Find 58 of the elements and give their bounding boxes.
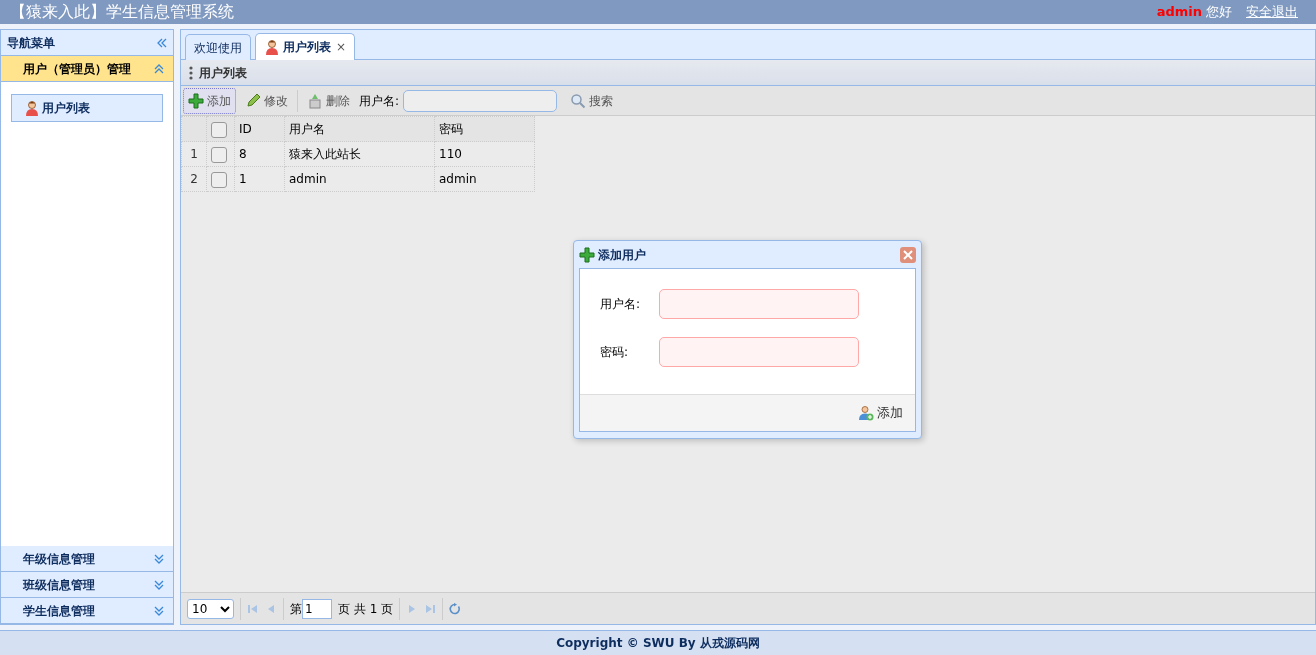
table-cell: 110 xyxy=(434,141,535,167)
search-field[interactable] xyxy=(403,89,558,112)
row-number: 2 xyxy=(181,166,207,192)
greeting-text: 您好 xyxy=(1206,3,1232,22)
footer-text: Copyright © SWU By 从戎源码网 xyxy=(0,630,1316,655)
first-page-icon[interactable] xyxy=(247,602,259,615)
delete-button[interactable]: 删除 xyxy=(302,87,355,114)
table-cell: admin xyxy=(434,166,535,192)
input-field[interactable] xyxy=(659,337,859,367)
search-label: 用户名: xyxy=(359,92,400,110)
field-label: 用户名: xyxy=(600,296,642,313)
refresh-icon[interactable] xyxy=(449,602,462,615)
table-cell: 猿来入此站长 xyxy=(284,141,435,167)
page-number-field[interactable]: 1 xyxy=(302,598,332,619)
input-field[interactable] xyxy=(659,289,859,319)
search-icon xyxy=(570,92,587,109)
page-prefix: 第 xyxy=(290,600,302,618)
page-size-select[interactable]: 10 xyxy=(187,598,234,619)
user-add-icon xyxy=(858,405,874,421)
close-icon[interactable]: × xyxy=(336,38,347,56)
tab[interactable]: 欢迎使用 xyxy=(185,34,251,60)
tab-label: 用户列表 xyxy=(283,39,331,56)
accordion-header[interactable]: 用户（管理员）管理 xyxy=(1,56,173,82)
row-number: 1 xyxy=(181,141,207,167)
plus-icon xyxy=(188,92,204,109)
app-title: 【猿来入此】学生信息管理系统 xyxy=(10,1,234,23)
tab-label: 欢迎使用 xyxy=(194,39,242,57)
dialog-title: 添加用户 xyxy=(598,246,646,264)
sidebar-item[interactable]: 用户列表 xyxy=(11,94,163,122)
close-icon xyxy=(903,249,913,260)
user-icon xyxy=(24,100,40,116)
table-cell: admin xyxy=(284,166,435,192)
pencil-icon xyxy=(245,92,261,109)
add-button[interactable]: 添加 xyxy=(852,402,909,424)
column-header: 密码 xyxy=(434,116,535,142)
accordion-header[interactable]: 班级信息管理 xyxy=(1,572,173,598)
plus-icon xyxy=(579,246,595,263)
accordion-header[interactable]: 年级信息管理 xyxy=(1,546,173,572)
panel-title: 用户列表 xyxy=(199,64,247,82)
tab[interactable]: 用户列表 × xyxy=(255,33,356,60)
collapse-icon[interactable] xyxy=(155,36,167,49)
checkbox[interactable] xyxy=(211,121,227,138)
page-total-text: 页 共 1 页 xyxy=(338,600,394,618)
checkbox[interactable] xyxy=(211,146,227,163)
sidebar-title: 导航菜单 xyxy=(7,34,55,52)
field-label: 密码: xyxy=(600,344,630,361)
close-button[interactable] xyxy=(900,246,916,263)
username: admin xyxy=(1156,3,1202,22)
accordion-header[interactable]: 学生信息管理 xyxy=(1,598,173,624)
search-button[interactable]: 搜索 xyxy=(565,87,619,114)
dots-icon xyxy=(189,65,193,80)
checkbox[interactable] xyxy=(211,171,227,188)
edit-button[interactable]: 修改 xyxy=(240,87,293,114)
column-header: 用户名 xyxy=(284,116,435,142)
last-page-icon[interactable] xyxy=(424,602,437,615)
trash-icon xyxy=(307,92,323,109)
add-button[interactable]: 添加 xyxy=(183,87,236,114)
column-header: ID xyxy=(234,116,285,142)
